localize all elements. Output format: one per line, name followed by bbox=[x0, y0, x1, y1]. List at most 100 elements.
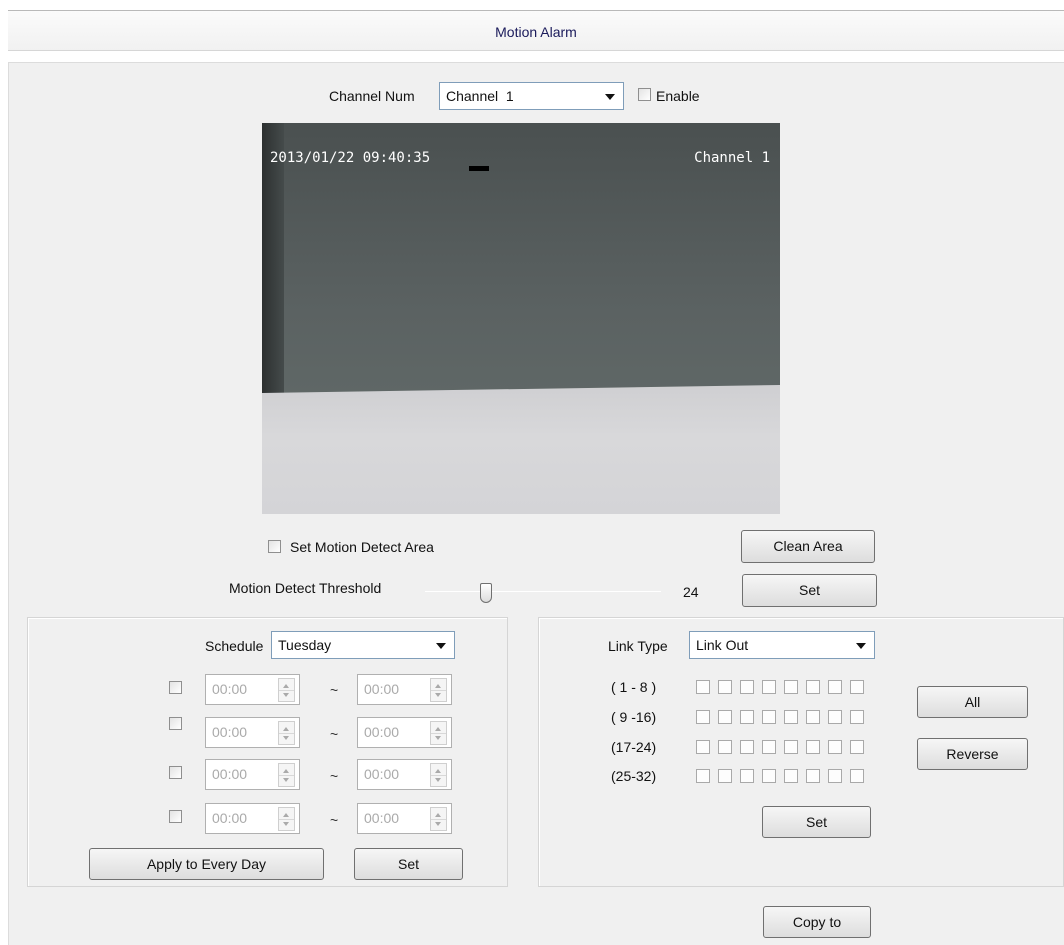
start-time-value: 00:00 bbox=[212, 681, 248, 697]
video-floor-region bbox=[262, 385, 780, 514]
time-spinner[interactable] bbox=[278, 721, 295, 745]
time-spinner[interactable] bbox=[430, 721, 447, 745]
enable-checkbox[interactable] bbox=[638, 88, 651, 101]
time-spinner[interactable] bbox=[430, 763, 447, 787]
video-channel-overlay: Channel 1 bbox=[694, 150, 770, 166]
threshold-slider-track[interactable] bbox=[425, 591, 661, 592]
end-time-field[interactable]: 00:00 bbox=[357, 803, 452, 834]
end-time-value: 00:00 bbox=[364, 681, 400, 697]
start-time-field[interactable]: 00:00 bbox=[205, 803, 300, 834]
link-output-checkbox[interactable] bbox=[806, 769, 820, 783]
spin-up-icon bbox=[283, 727, 289, 731]
link-output-checkbox[interactable] bbox=[696, 680, 710, 694]
channel-select[interactable]: Channel 1 bbox=[439, 82, 624, 110]
spin-divider bbox=[431, 775, 446, 776]
link-all-button[interactable]: All bbox=[917, 686, 1028, 718]
schedule-row-checkbox[interactable] bbox=[169, 717, 182, 730]
link-reverse-button[interactable]: Reverse bbox=[917, 738, 1028, 770]
link-output-checkbox[interactable] bbox=[850, 680, 864, 694]
threshold-set-button[interactable]: Set bbox=[742, 574, 877, 607]
osd-cursor-mark bbox=[469, 166, 489, 171]
schedule-day-select[interactable]: Tuesday bbox=[271, 631, 455, 659]
link-output-checkbox[interactable] bbox=[762, 680, 776, 694]
start-time-field[interactable]: 00:00 bbox=[205, 717, 300, 748]
link-output-checkbox[interactable] bbox=[740, 680, 754, 694]
time-spinner[interactable] bbox=[278, 807, 295, 831]
schedule-row-checkbox[interactable] bbox=[169, 681, 182, 694]
time-spinner[interactable] bbox=[430, 678, 447, 702]
link-type-select[interactable]: Link Out bbox=[689, 631, 875, 659]
link-output-checkbox[interactable] bbox=[718, 769, 732, 783]
start-time-value: 00:00 bbox=[212, 810, 248, 826]
end-time-value: 00:00 bbox=[364, 724, 400, 740]
end-time-field[interactable]: 00:00 bbox=[357, 759, 452, 790]
schedule-set-button[interactable]: Set bbox=[354, 848, 463, 880]
channel-num-label: Channel Num bbox=[329, 88, 415, 104]
start-time-field[interactable]: 00:00 bbox=[205, 674, 300, 705]
time-spinner[interactable] bbox=[278, 678, 295, 702]
spin-up-icon bbox=[435, 727, 441, 731]
link-output-checkbox[interactable] bbox=[806, 740, 820, 754]
clean-area-button[interactable]: Clean Area bbox=[741, 530, 875, 563]
link-output-checkbox[interactable] bbox=[718, 740, 732, 754]
time-spinner[interactable] bbox=[430, 807, 447, 831]
link-output-checkbox[interactable] bbox=[696, 710, 710, 724]
link-output-checkbox[interactable] bbox=[740, 740, 754, 754]
link-output-checkbox[interactable] bbox=[762, 740, 776, 754]
link-output-checkbox[interactable] bbox=[784, 710, 798, 724]
time-separator: ~ bbox=[330, 726, 339, 742]
spin-down-icon bbox=[435, 693, 441, 697]
link-output-checkbox[interactable] bbox=[740, 769, 754, 783]
end-time-field[interactable]: 00:00 bbox=[357, 717, 452, 748]
link-output-checkbox[interactable] bbox=[784, 680, 798, 694]
link-output-checkbox[interactable] bbox=[850, 710, 864, 724]
set-motion-area-checkbox[interactable] bbox=[268, 540, 281, 553]
link-output-checkbox[interactable] bbox=[762, 769, 776, 783]
schedule-row-checkbox[interactable] bbox=[169, 766, 182, 779]
link-output-checkbox[interactable] bbox=[828, 740, 842, 754]
threshold-value: 24 bbox=[683, 584, 699, 600]
link-output-checkbox[interactable] bbox=[806, 710, 820, 724]
schedule-row-checkbox[interactable] bbox=[169, 810, 182, 823]
end-time-field[interactable]: 00:00 bbox=[357, 674, 452, 705]
link-output-checkbox[interactable] bbox=[850, 740, 864, 754]
time-separator: ~ bbox=[330, 812, 339, 828]
link-range-label: ( 9 -16) bbox=[611, 709, 657, 725]
link-output-checkbox[interactable] bbox=[828, 769, 842, 783]
link-output-checkbox[interactable] bbox=[806, 680, 820, 694]
spin-up-icon bbox=[283, 813, 289, 817]
enable-label: Enable bbox=[656, 88, 700, 104]
link-output-grid bbox=[696, 680, 872, 792]
apply-every-day-button[interactable]: Apply to Every Day bbox=[89, 848, 324, 880]
link-output-checkbox[interactable] bbox=[762, 710, 776, 724]
spin-down-icon bbox=[283, 778, 289, 782]
link-output-checkbox[interactable] bbox=[696, 769, 710, 783]
link-output-checkbox[interactable] bbox=[784, 769, 798, 783]
spin-up-icon bbox=[435, 813, 441, 817]
chevron-down-icon bbox=[605, 94, 615, 100]
link-output-checkbox[interactable] bbox=[784, 740, 798, 754]
start-time-field[interactable]: 00:00 bbox=[205, 759, 300, 790]
slider-thumb[interactable] bbox=[480, 583, 492, 603]
spin-divider bbox=[279, 819, 294, 820]
spin-down-icon bbox=[283, 736, 289, 740]
link-output-checkbox[interactable] bbox=[740, 710, 754, 724]
spin-up-icon bbox=[435, 769, 441, 773]
copy-to-button[interactable]: Copy to bbox=[763, 906, 871, 938]
time-separator: ~ bbox=[330, 682, 339, 698]
link-output-checkbox[interactable] bbox=[718, 680, 732, 694]
link-output-checkbox[interactable] bbox=[850, 769, 864, 783]
threshold-label: Motion Detect Threshold bbox=[229, 580, 382, 596]
link-output-checkbox[interactable] bbox=[828, 680, 842, 694]
time-spinner[interactable] bbox=[278, 763, 295, 787]
link-output-checkbox[interactable] bbox=[828, 710, 842, 724]
link-output-checkbox[interactable] bbox=[696, 740, 710, 754]
link-output-checkbox[interactable] bbox=[718, 710, 732, 724]
link-range-label: (17-24) bbox=[611, 739, 657, 755]
end-time-value: 00:00 bbox=[364, 810, 400, 826]
start-time-value: 00:00 bbox=[212, 724, 248, 740]
link-set-button[interactable]: Set bbox=[762, 806, 871, 838]
spin-down-icon bbox=[435, 736, 441, 740]
video-preview[interactable]: 2013/01/22 09:40:35 Channel 1 bbox=[262, 123, 780, 514]
link-type-value: Link Out bbox=[696, 637, 749, 653]
